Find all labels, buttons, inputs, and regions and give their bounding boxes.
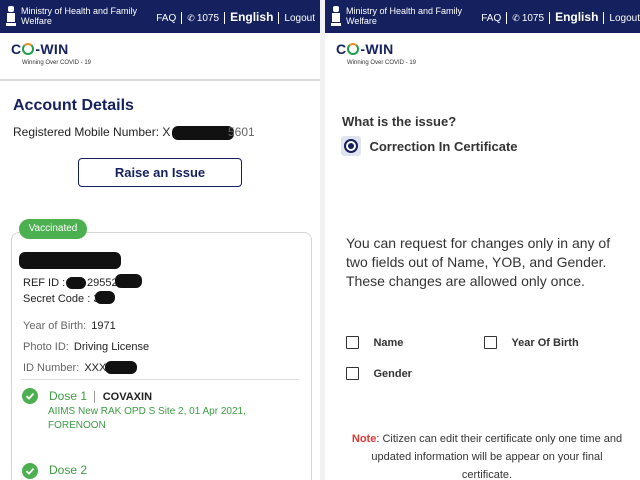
id-number-row: ID Number: XXXX [23, 362, 114, 374]
selected-option-label: Correction In Certificate [369, 138, 518, 154]
secret-code-label: Secret Code : [23, 293, 91, 305]
yob-row: Year of Birth: 1971 [23, 320, 116, 332]
logout-link[interactable]: Logout [284, 13, 315, 24]
redaction-mark [105, 361, 137, 374]
redaction-mark [95, 291, 115, 304]
beneficiary-card [11, 232, 312, 480]
ref-id-label: REF ID : [23, 277, 66, 289]
header-bar: Ministry of Health and Family Welfare FA… [0, 0, 320, 33]
cowin-logo[interactable]: C -WIN [336, 41, 394, 57]
photo-id-row: Photo ID: Driving License [23, 341, 149, 353]
radio-selected[interactable] [341, 136, 361, 156]
raise-issue-screen: Ministry of Health and Family Welfare FA… [325, 0, 640, 480]
cowin-tagline: Winning Over COVID - 19 [22, 60, 92, 66]
language-selector[interactable]: English [230, 10, 273, 24]
faq-link[interactable]: FAQ [156, 13, 176, 24]
field-option-yob[interactable]: Year Of Birth [484, 334, 579, 352]
dose-1-vaccine: COVAXIN [102, 391, 153, 403]
id-number-label: ID Number: [23, 362, 80, 374]
logout-link[interactable]: Logout [609, 13, 640, 24]
field-option-name[interactable]: Name [346, 334, 403, 352]
logo-ring-icon [22, 43, 35, 55]
faq-link[interactable]: FAQ [481, 13, 501, 24]
nav-divider [224, 12, 226, 25]
helpline-number[interactable]: 1075 [522, 13, 544, 24]
top-nav: FAQ ✆ 1075 English Logout [156, 10, 315, 25]
field-label-name: Name [373, 336, 404, 349]
check-circle-icon [22, 463, 38, 479]
brand-bar: C -WIN Winning Over COVID - 19 [325, 33, 640, 79]
checkbox[interactable] [346, 367, 359, 381]
ministry-name: Ministry of Health and Family Welfare [346, 6, 463, 26]
cowin-tagline: Winning Over COVID - 19 [347, 60, 417, 66]
dose-divider [94, 390, 96, 403]
account-title: Account Details [13, 97, 134, 114]
note-body: : Citizen can edit their certificate onl… [371, 433, 623, 480]
top-nav: FAQ ✆ 1075 English Logout [481, 10, 640, 25]
redaction-mark [172, 126, 234, 140]
secret-code-row: Secret Code : 3 [23, 293, 99, 305]
photo-id-label: Photo ID: [23, 341, 69, 353]
card-divider [21, 379, 299, 380]
nav-divider [549, 12, 551, 25]
yob-label: Year of Birth: [23, 320, 87, 332]
nav-divider [278, 12, 280, 25]
dose-2-label: Dose 2 [49, 463, 88, 477]
language-selector[interactable]: English [555, 10, 598, 24]
checkbox[interactable] [346, 336, 359, 350]
field-label-yob: Year Of Birth [511, 336, 579, 349]
change-info-text: You can request for changes only in any … [346, 235, 611, 289]
checkbox[interactable] [484, 336, 497, 350]
dose-1-details: AIIMS New RAK OPD S Site 2, 01 Apr 2021,… [48, 406, 246, 431]
issue-option-correction[interactable]: Correction In Certificate [341, 136, 518, 156]
mobile-suffix: 5601 [228, 125, 255, 139]
nav-divider [506, 12, 508, 25]
dose-1-title: Dose 1 COVAXIN [49, 389, 152, 403]
cowin-logo[interactable]: C -WIN [11, 41, 69, 57]
field-label-gender: Gender [373, 367, 412, 380]
phone-icon: ✆ [512, 13, 520, 23]
field-option-gender[interactable]: Gender [346, 365, 412, 383]
helpline-number[interactable]: 1075 [197, 13, 219, 24]
issue-question: What is the issue? [342, 114, 457, 129]
ref-id-middle: 29552 [87, 277, 118, 289]
logo-ring-icon [347, 43, 360, 55]
note-label: Note [351, 433, 377, 445]
note-text: Note: Citizen can edit their certificate… [349, 430, 625, 480]
photo-id-value: Driving License [73, 341, 150, 353]
national-emblem-icon [6, 6, 16, 26]
mobile-label: Registered Mobile Number: [13, 125, 160, 139]
phone-icon: ✆ [187, 13, 195, 23]
nav-divider [603, 12, 605, 25]
redaction-mark [115, 274, 142, 288]
registered-mobile: Registered Mobile Number: X [13, 125, 170, 139]
account-details-screen: Ministry of Health and Family Welfare FA… [0, 0, 320, 480]
brand-bar: C -WIN Winning Over COVID - 19 [0, 33, 320, 81]
national-emblem-icon [331, 6, 341, 26]
check-circle-icon [22, 388, 38, 404]
redaction-mark [66, 277, 86, 289]
nav-divider [181, 12, 183, 25]
redaction-mark [19, 252, 121, 269]
raise-issue-button[interactable]: Raise an Issue [78, 158, 242, 187]
status-badge: Vaccinated [19, 219, 87, 239]
header-bar: Ministry of Health and Family Welfare FA… [325, 0, 640, 33]
mobile-prefix: X [162, 125, 171, 139]
ministry-name: Ministry of Health and Family Welfare [21, 6, 138, 26]
yob-value: 1971 [91, 320, 116, 332]
dose-1-label: Dose 1 [49, 389, 88, 403]
